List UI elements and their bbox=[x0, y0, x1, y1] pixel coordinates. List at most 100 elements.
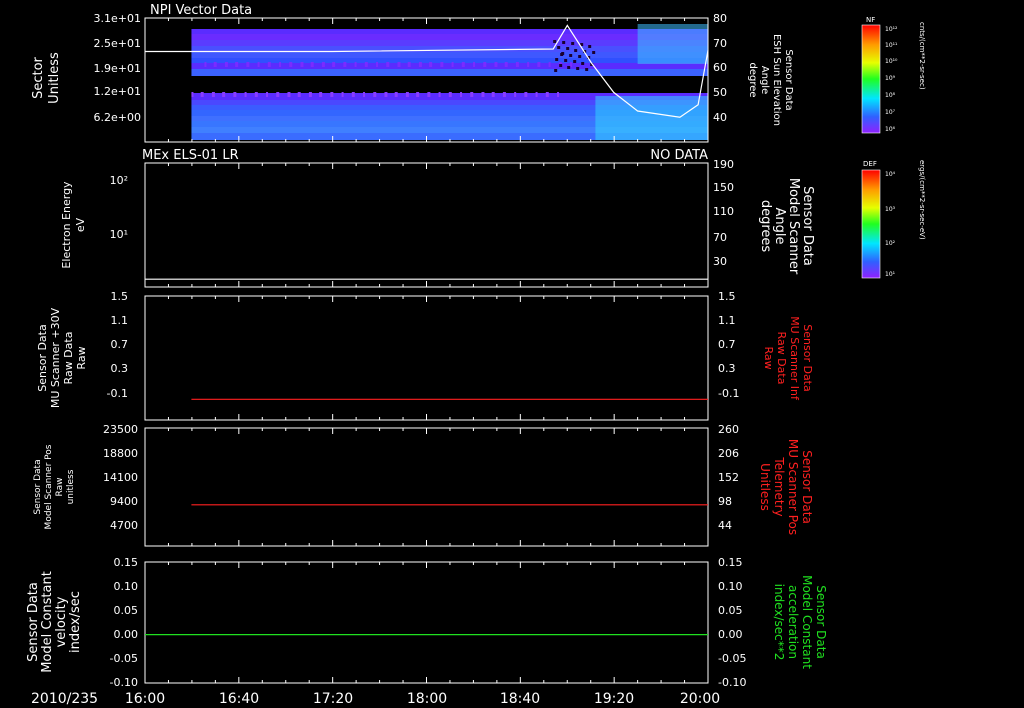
ytick-label: 80 bbox=[713, 12, 727, 25]
heatmap-speckle bbox=[363, 92, 366, 97]
heatmap-speckle bbox=[574, 49, 578, 52]
axis-label: Sensor Data bbox=[800, 186, 815, 266]
ytick-label: -0.1 bbox=[107, 387, 128, 400]
mu30-right-label: Sensor Data MU Scanner Inf Raw Data Raw bbox=[762, 316, 814, 401]
colorbar-units: ergs/(cm**2-sr-sec-eV) bbox=[918, 160, 926, 240]
heatmap-speckle bbox=[287, 92, 290, 97]
ytick-label: 260 bbox=[718, 423, 739, 436]
ytick-label: 6.2e+00 bbox=[94, 111, 141, 124]
heatmap-speckle bbox=[405, 92, 408, 97]
ytick-label: -0.10 bbox=[718, 676, 746, 689]
heatmap-speckle bbox=[553, 40, 557, 43]
axis-label: Model Scanner Pos bbox=[44, 444, 54, 529]
heatmap-speckle bbox=[224, 62, 227, 67]
heatmap-speckle bbox=[483, 62, 486, 67]
heatmap-speckle bbox=[397, 62, 400, 67]
heatmap-speckle bbox=[502, 92, 505, 97]
axis-label: Telemetry bbox=[772, 456, 786, 516]
ytick-label: 0.10 bbox=[718, 580, 743, 593]
heatmap-band bbox=[191, 40, 708, 46]
heatmap-speckle bbox=[440, 62, 443, 67]
heatmap-speckle bbox=[418, 62, 421, 67]
heatmap-speckle bbox=[576, 67, 580, 70]
time-tick-label: 17:20 bbox=[313, 691, 353, 707]
axis-label: Electron Energy bbox=[60, 181, 73, 269]
scannerpos-right-label: Sensor Data MU Scanner Pos Telemetry Uni… bbox=[758, 439, 814, 535]
colorbar-tick: 10⁷ bbox=[885, 109, 896, 116]
ytick-label: -0.05 bbox=[718, 652, 746, 665]
ytick-label: 10¹ bbox=[110, 228, 128, 241]
axis-label: index/sec**2 bbox=[772, 584, 786, 661]
heatmap-speckle bbox=[460, 92, 463, 97]
heatmap-speckle bbox=[554, 69, 558, 72]
axis-label: Angle bbox=[759, 66, 770, 94]
heatmap-speckle bbox=[246, 62, 249, 67]
heatmap-speckle bbox=[204, 62, 207, 67]
heatmap-speckle bbox=[514, 92, 517, 97]
heatmap-speckle bbox=[561, 52, 565, 55]
ytick-label: 14100 bbox=[103, 471, 138, 484]
ytick-label: 1.9e+01 bbox=[94, 62, 141, 75]
ytick-label: 9400 bbox=[110, 495, 138, 508]
colorbar-tick: 10⁴ bbox=[885, 171, 896, 178]
ytick-label: 1.2e+01 bbox=[94, 85, 141, 98]
axis-label: velocity bbox=[54, 596, 69, 647]
heatmap-speckle bbox=[394, 92, 397, 97]
heatmap-speckle bbox=[429, 62, 432, 67]
heatmap-speckle bbox=[567, 66, 571, 69]
axis-label: Raw Data bbox=[62, 332, 75, 385]
ytick-label: 4700 bbox=[110, 519, 138, 532]
heatmap-speckle bbox=[289, 62, 292, 67]
npi-heatmap bbox=[191, 24, 708, 140]
heatmap-speckle bbox=[571, 42, 575, 45]
constant-ylabel: Sensor Data Model Constant velocity inde… bbox=[26, 571, 83, 673]
colorbar-tick: 10⁹ bbox=[885, 75, 896, 82]
ytick-label: 70 bbox=[713, 231, 727, 244]
colorbar-tick: 10³ bbox=[885, 206, 896, 213]
ytick-label: 0.10 bbox=[114, 580, 139, 593]
ytick-label: 0.15 bbox=[114, 556, 139, 569]
axis-label: degree bbox=[747, 62, 758, 97]
colorbar-title: DEF bbox=[863, 160, 877, 168]
ytick-label: 190 bbox=[713, 158, 734, 171]
heatmap-speckle bbox=[524, 92, 527, 97]
colorbar-tick: 10¹² bbox=[885, 26, 898, 33]
ytick-label: 98 bbox=[718, 495, 732, 508]
heatmap-speckle bbox=[451, 62, 454, 67]
heatmap-speckle bbox=[570, 62, 573, 67]
time-tick-label: 20:00 bbox=[680, 691, 720, 707]
npi-title: NPI Vector Data bbox=[150, 3, 252, 18]
axis-label: Unitless bbox=[47, 52, 62, 104]
heatmap-speckle bbox=[384, 92, 387, 97]
ytick-label: 0.00 bbox=[114, 628, 139, 641]
colorbar-units: cnts/(cm**2-sr-sec) bbox=[918, 22, 926, 90]
ytick-label: -0.1 bbox=[718, 387, 739, 400]
axis-label: MU Scanner Inf bbox=[788, 316, 801, 401]
axis-label: Raw Data bbox=[775, 332, 788, 385]
ytick-label: 152 bbox=[718, 471, 739, 484]
ytick-label: 1.5 bbox=[111, 290, 129, 303]
heatmap-band bbox=[191, 34, 708, 40]
heatmap-speckle bbox=[562, 41, 566, 44]
heatmap-speckle bbox=[527, 62, 530, 67]
heatmap-speckle bbox=[578, 55, 582, 58]
heatmap-band bbox=[191, 69, 708, 76]
heatmap-speckle bbox=[416, 92, 419, 97]
panel-model-constant: 0.15 0.10 0.05 0.00 -0.05 -0.10 Sensor D… bbox=[26, 556, 828, 689]
heatmap-speckle bbox=[535, 92, 538, 97]
heatmap-speckle bbox=[266, 92, 269, 97]
axis-label: Model Constant bbox=[40, 571, 55, 673]
panel-mu-30v: 1.5 1.1 0.7 0.3 -0.1 Sensor Data MU Scan… bbox=[36, 290, 814, 421]
heatmap-speckle bbox=[585, 68, 589, 71]
heatmap-speckle bbox=[373, 92, 376, 97]
axis-label: unitless bbox=[66, 469, 76, 504]
axis-label: Model Constant bbox=[800, 575, 814, 669]
ytick-label: 23500 bbox=[103, 423, 138, 436]
ytick-label: 40 bbox=[713, 111, 727, 124]
heatmap-speckle bbox=[319, 92, 322, 97]
heatmap-speckle bbox=[300, 62, 303, 67]
ytick-label: 0.05 bbox=[718, 604, 743, 617]
heatmap-speckle bbox=[473, 62, 476, 67]
colorbar-tick: 10⁸ bbox=[885, 92, 896, 99]
ytick-label: -0.05 bbox=[110, 652, 138, 665]
